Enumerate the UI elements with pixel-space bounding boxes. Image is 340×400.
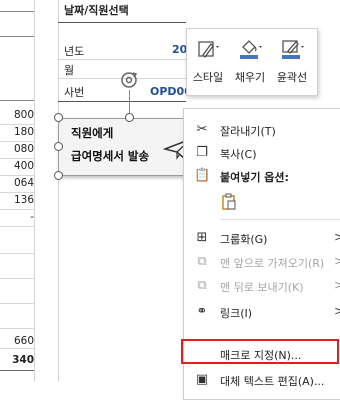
menu-item-label: 잘라내기(T) xyxy=(220,125,276,138)
cell-value: 136 xyxy=(13,194,34,206)
menu-separator xyxy=(220,219,340,220)
send-back-icon: ⧉ xyxy=(197,278,207,293)
row-divider xyxy=(0,370,34,371)
copy-icon: ❐ xyxy=(196,145,208,160)
shape-fill-button[interactable]: 채우기 xyxy=(231,37,269,89)
alt-text-icon: ▣ xyxy=(195,372,209,387)
shape-style-button[interactable]: 스타일 xyxy=(189,37,227,89)
cell-value: - xyxy=(30,211,34,223)
link-icon: ⚭ xyxy=(196,304,208,319)
paste-icon: 📋 xyxy=(194,168,211,183)
menu-item-label: 그룹화(G) xyxy=(220,233,268,246)
table-title: 날짜/직원선택 xyxy=(64,4,129,17)
resize-handle-top[interactable] xyxy=(125,113,134,122)
rotate-handle-line xyxy=(129,90,130,114)
column-divider xyxy=(34,0,35,381)
row-divider xyxy=(0,278,34,279)
rotate-handle-icon[interactable] xyxy=(119,70,139,90)
group-icon: ⊞ xyxy=(196,230,208,245)
resize-handle-left[interactable] xyxy=(54,142,63,151)
menu-item-bring-to-front[interactable]: ⧉ 맨 앞으로 가져오기(R) > xyxy=(184,251,340,273)
menu-item-cut[interactable]: ✂ 잘라내기(T) xyxy=(184,119,340,141)
submenu-arrow-icon: > xyxy=(334,254,340,268)
shape-style-icon xyxy=(189,37,227,63)
menu-item-edit-alt-text[interactable]: ▣ 대체 텍스트 편집(A)... xyxy=(184,369,340,391)
resize-handle-bottom-left[interactable] xyxy=(54,171,63,180)
send-payslip-shape[interactable]: 직원에게 급여명세서 발송 xyxy=(58,118,202,176)
row-divider xyxy=(0,226,34,227)
mini-toolbar: 스타일 채우기 윤곽선 xyxy=(186,28,318,96)
submenu-arrow-icon: > xyxy=(334,278,340,292)
cell-value: 080 xyxy=(13,143,34,155)
column-divider xyxy=(58,0,59,381)
shape-style-label: 스타일 xyxy=(192,71,224,84)
menu-item-paste-options: 📋 붙여넣기 옵션: xyxy=(184,165,340,187)
scissors-icon: ✂ xyxy=(196,122,208,137)
row-divider xyxy=(0,100,34,101)
row-label-month: 월 xyxy=(64,64,75,77)
menu-item-label: 붙여넣기 옵션: xyxy=(220,171,289,184)
row-divider xyxy=(58,59,186,60)
fill-bucket-icon xyxy=(231,37,269,63)
menu-item-label: 맨 뒤로 보내기(K) xyxy=(220,281,304,294)
cell-value-total: 340 xyxy=(12,354,34,366)
row-divider xyxy=(0,328,34,329)
row-label-year: 년도 xyxy=(64,45,85,58)
shape-fill-label: 채우기 xyxy=(234,71,266,84)
highlight-box-assign-macro xyxy=(181,339,339,364)
paste-option-button[interactable] xyxy=(220,193,238,211)
menu-item-label: 맨 앞으로 가져오기(R) xyxy=(220,257,325,270)
submenu-arrow-icon: > xyxy=(334,304,340,318)
cell-value: 064 xyxy=(13,177,34,189)
row-label-employee-id: 사번 xyxy=(64,86,85,99)
submenu-arrow-icon: > xyxy=(334,230,340,244)
row-divider xyxy=(58,22,186,23)
cell-value: 400 xyxy=(13,160,34,172)
menu-item-label: 링크(I) xyxy=(220,307,253,320)
menu-item-copy[interactable]: ❐ 복사(C) xyxy=(184,142,340,164)
bring-front-icon: ⧉ xyxy=(197,254,207,269)
shape-outline-button[interactable]: 윤곽선 xyxy=(273,37,311,89)
row-divider xyxy=(0,11,34,12)
outline-pen-icon xyxy=(273,37,311,63)
shape-text-line2: 급여명세서 발송 xyxy=(71,149,150,163)
cell-value: 800 xyxy=(13,109,34,121)
menu-item-label: 대체 텍스트 편집(A)... xyxy=(220,375,325,388)
shape-outline-label: 윤곽선 xyxy=(276,71,308,84)
menu-item-link[interactable]: ⚭ 링크(I) > xyxy=(184,301,340,323)
menu-item-group[interactable]: ⊞ 그룹화(G) > xyxy=(184,227,340,249)
row-divider xyxy=(0,36,34,37)
resize-handle-top-left[interactable] xyxy=(54,113,63,122)
row-divider xyxy=(0,303,34,304)
row-divider xyxy=(0,253,34,254)
menu-item-send-to-back[interactable]: ⧉ 맨 뒤로 보내기(K) > xyxy=(184,275,340,297)
menu-item-label: 복사(C) xyxy=(220,148,257,161)
cell-value: 660 xyxy=(13,335,34,347)
cell-value: 180 xyxy=(13,126,34,138)
row-divider xyxy=(58,101,186,102)
shape-text-line1: 직원에게 xyxy=(71,126,114,140)
